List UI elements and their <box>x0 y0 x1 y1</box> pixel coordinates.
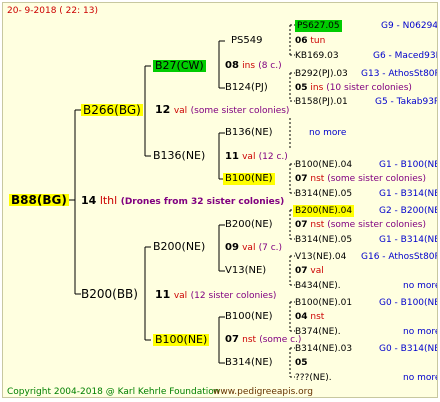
g3-node-2-info: 11 val (12 c.) <box>225 151 288 163</box>
g4-node-1-name: PS549 <box>231 35 263 46</box>
g4-node-7-info: 04 nst <box>295 311 324 323</box>
g4-5-note: (some sister colonies) <box>327 220 426 230</box>
g5-node-13-line: G0 - B314(NE) <box>379 344 438 354</box>
g5-node-2-name: KB169.03 <box>295 51 339 61</box>
g3-3-gen: 09 <box>225 242 239 253</box>
g4-2-code: ins <box>310 83 324 93</box>
g2-1-code: val <box>173 106 188 116</box>
g3-1-note: (8 c.) <box>258 61 282 71</box>
g5-node-12-more: no more <box>403 327 438 337</box>
g4-node-2-name: B124(PJ) <box>225 82 268 93</box>
g4-1-code: tun <box>310 36 326 46</box>
g2-node-2-info: 11 val (12 sister colonies) <box>155 289 276 302</box>
g2-2-gen: 11 <box>155 288 171 301</box>
g2-node-2-name: B200(BB) <box>81 287 138 301</box>
g4-node-4-name: B100(NE) <box>223 173 275 185</box>
g5-node-11-line: G0 - B100(NE) <box>379 298 438 308</box>
g5-node-7-line: G2 - B200(NE) <box>379 206 438 216</box>
g3-node-3-info: 09 val (7 c.) <box>225 242 282 254</box>
g5-node-6-line: G1 - B314(NE) <box>379 189 438 199</box>
g5-node-5-name: B100(NE).04 <box>295 160 353 170</box>
g4-5-code: nst <box>310 220 325 230</box>
footer-copyright: Copyright 2004-2018 @ Karl Kehrle Founda… <box>7 387 220 397</box>
g4-4-note: (some sister colonies) <box>327 174 426 184</box>
pedigree-panel: { "header": { "date": "20- 9-2018 ( 22: … <box>2 2 438 398</box>
g4-7-code: nst <box>310 312 325 322</box>
g5-node-6-name: B314(NE).05 <box>295 189 353 199</box>
g4-node-2-info: 05 ins (10 sister colonies) <box>295 82 412 94</box>
g4-node-5-info: 07 nst (some sister colonies) <box>295 219 426 231</box>
g4-node-3-name: B136(NE) <box>225 127 273 138</box>
g3-4-code: nst <box>242 335 257 345</box>
root-code: lthl <box>99 194 118 207</box>
g5-node-4-line: G5 - Takab93R <box>375 97 438 107</box>
g4-8-gen: 05 <box>295 358 308 368</box>
g4-2-note: (10 sister colonies) <box>326 83 412 93</box>
g5-node-1-name: PS627.05 <box>295 20 342 32</box>
g3-4-gen: 07 <box>225 334 239 345</box>
g4-node-1-info: 06 tun <box>295 35 325 47</box>
g4-6-gen: 07 <box>295 266 308 276</box>
g5-node-1-line: G9 - N06294R <box>381 21 438 31</box>
g5-node-14-name: ???(NE). <box>295 373 332 383</box>
g3-node-2-name: B136(NE) <box>153 149 206 162</box>
g3-node-3-name: B200(NE) <box>153 240 206 253</box>
g3-3-note: (7 c.) <box>258 243 283 253</box>
g4-1-gen: 06 <box>295 36 308 46</box>
g5-node-14-more: no more <box>403 373 438 383</box>
g3-3-code: val <box>242 243 256 253</box>
g2-1-gen: 12 <box>155 103 171 116</box>
g5-node-9-name: V13(NE).04 <box>295 252 347 262</box>
g5-node-3-line: G13 - AthosSt80R <box>361 69 438 79</box>
g5-node-10-more: no more <box>403 281 438 291</box>
g5-node-3-name: B292(PJ).03 <box>295 69 348 79</box>
report-date: 20- 9-2018 ( 22: 13) <box>7 6 98 16</box>
g2-node-1-info: 12 val (some sister colonies) <box>155 104 289 117</box>
g4-node-8-name: B314(NE) <box>225 357 273 368</box>
g4-node-5-name: B200(NE) <box>225 219 273 230</box>
g4-2-gen: 05 <box>295 83 308 93</box>
g3-node-4-info: 07 nst (some c.) <box>225 334 301 346</box>
g4-7-gen: 04 <box>295 312 308 322</box>
g4-node-4-info: 07 nst (some sister colonies) <box>295 173 426 185</box>
g3-2-note: (12 c.) <box>258 152 288 162</box>
queen-root-name: B88(BG) <box>9 193 69 207</box>
g5-node-5-line: G1 - B100(NE) <box>379 160 438 170</box>
g5-node-2-line: G6 - Maced93R <box>373 51 438 61</box>
queen-root-info: 14 lthl (Drones from 32 sister colonies) <box>81 195 284 208</box>
g2-2-code: val <box>173 291 188 301</box>
g4-4-code: nst <box>310 174 325 184</box>
root-gen: 14 <box>81 194 97 207</box>
g4-node-8-info: 05 <box>295 357 308 369</box>
g4-node-7-name: B100(NE) <box>225 311 273 322</box>
g4-node-6-info: 07 val <box>295 265 324 277</box>
g5-node-7-name: B200(NE).04 <box>293 205 355 217</box>
g2-1-note: (some sister colonies) <box>190 106 290 116</box>
g2-2-note: (12 sister colonies) <box>190 291 277 301</box>
g5-node-13-name: B314(NE).03 <box>295 344 353 354</box>
g4-node-6-name: V13(NE) <box>225 265 267 276</box>
g4-node-3-more: no more <box>309 128 347 138</box>
root-note: (Drones from 32 sister colonies) <box>120 197 285 207</box>
g3-node-4-name: B100(NE) <box>153 333 210 346</box>
g2-node-1-name: B266(BG) <box>81 103 143 117</box>
g5-node-4-name: B158(PJ).01 <box>295 97 348 107</box>
g5-node-8-name: B314(NE).05 <box>295 235 353 245</box>
g3-1-code: ins <box>242 61 256 71</box>
g5-node-8-line: G1 - B314(NE) <box>379 235 438 245</box>
g3-2-code: val <box>242 152 256 162</box>
footer-website[interactable]: www.pedigreeapis.org <box>213 386 313 397</box>
g5-node-11-name: B100(NE).01 <box>295 298 353 308</box>
g3-2-gen: 11 <box>225 151 239 162</box>
g3-node-1-info: 08 ins (8 c.) <box>225 60 282 72</box>
g5-node-12-name: B374(NE). <box>295 327 341 337</box>
g4-4-gen: 07 <box>295 174 308 184</box>
g3-node-1-name: B27(CW) <box>153 59 206 72</box>
g4-5-gen: 07 <box>295 220 308 230</box>
g4-6-code: val <box>310 266 324 276</box>
g5-node-10-name: B434(NE). <box>295 281 341 291</box>
g5-node-9-line: G16 - AthosSt80R <box>361 252 438 262</box>
g3-1-gen: 08 <box>225 60 239 71</box>
